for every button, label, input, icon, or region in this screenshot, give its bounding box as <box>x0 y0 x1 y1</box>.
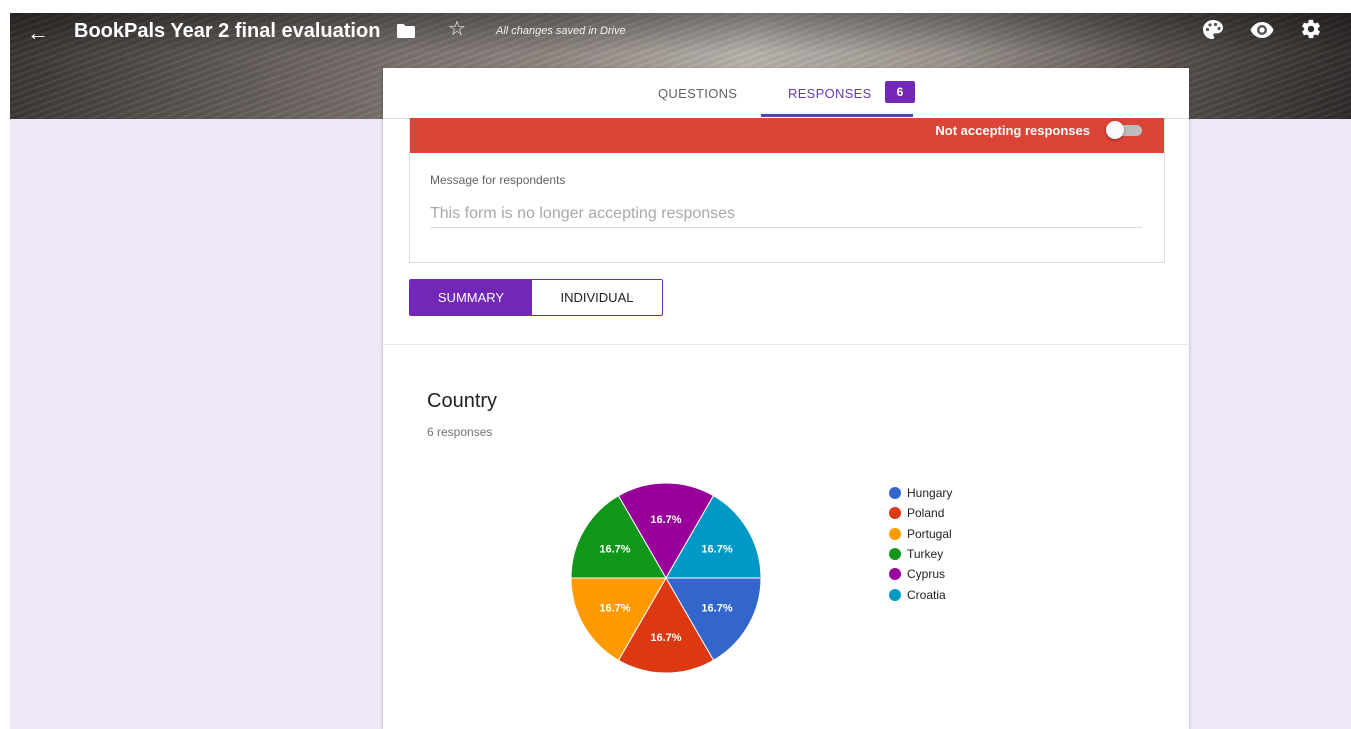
star-icon[interactable]: ☆ <box>448 16 466 42</box>
legend-label: Poland <box>907 506 945 521</box>
responses-count-badge: 6 <box>885 81 915 103</box>
legend-item-portugal: Portugal <box>889 524 952 544</box>
legend-swatch <box>889 568 901 581</box>
legend-item-hungary: Hungary <box>889 483 952 503</box>
question-title: Country <box>427 390 498 412</box>
individual-button[interactable]: INDIVIDUAL <box>532 280 662 315</box>
chart-legend: Hungary Poland Portugal Turkey Cyprus Croatia <box>889 483 952 605</box>
response-count: 6 responses <box>427 425 493 439</box>
pie-label-cyprus: 16.7% <box>650 514 681 526</box>
tab-responses[interactable]: RESPONSES <box>788 86 872 101</box>
folder-icon[interactable] <box>397 24 415 38</box>
back-arrow-icon[interactable]: ← <box>24 19 52 47</box>
legend-item-turkey: Turkey <box>889 544 952 564</box>
section-divider <box>383 344 1189 345</box>
pie-label-croatia: 16.7% <box>701 544 732 556</box>
legend-item-poland: Poland <box>889 503 952 523</box>
legend-swatch <box>889 487 901 500</box>
legend-label: Hungary <box>907 486 953 501</box>
legend-label: Cyprus <box>907 567 946 582</box>
pie-label-turkey: 16.7% <box>599 544 630 556</box>
tab-bar: QUESTIONS RESPONSES 6 <box>383 68 1189 119</box>
responses-card: QUESTIONS RESPONSES 6 Not accepting resp… <box>383 68 1189 729</box>
accepting-responses-label: Not accepting responses <box>935 123 1090 138</box>
toggle-knob <box>1106 121 1124 139</box>
form-title[interactable]: BookPals Year 2 final evaluation <box>74 16 380 46</box>
active-tab-indicator <box>761 114 913 117</box>
legend-label: Croatia <box>907 587 946 602</box>
legend-item-cyprus: Cyprus <box>889 564 952 584</box>
legend-swatch <box>889 527 901 540</box>
eye-icon[interactable] <box>1250 21 1274 39</box>
not-accepting-banner: Not accepting responses <box>410 118 1164 153</box>
legend-label: Portugal <box>907 526 952 541</box>
pie-chart: 16.7% 16.7% 16.7% 16.7% 16.7% 16.7% <box>570 482 762 674</box>
legend-label: Turkey <box>907 547 944 562</box>
view-toggle: SUMMARY INDIVIDUAL <box>409 279 663 316</box>
save-status: All changes saved in Drive <box>496 25 626 37</box>
responses-settings-panel: Not accepting responses Message for resp… <box>409 118 1165 263</box>
summary-button[interactable]: SUMMARY <box>410 280 532 315</box>
message-for-respondents-input[interactable] <box>430 201 1142 228</box>
pie-label-portugal: 16.7% <box>599 602 630 614</box>
legend-swatch <box>889 588 901 601</box>
gear-icon[interactable] <box>1300 18 1322 40</box>
legend-item-croatia: Croatia <box>889 584 952 604</box>
pie-label-poland: 16.7% <box>650 632 681 644</box>
legend-swatch <box>889 548 901 561</box>
message-label: Message for respondents <box>430 173 566 187</box>
tab-questions[interactable]: QUESTIONS <box>658 86 737 101</box>
accepting-responses-toggle[interactable] <box>1106 121 1144 139</box>
pie-label-hungary: 16.7% <box>701 602 732 614</box>
top-bar: ← BookPals Year 2 final evaluation ☆ All… <box>10 13 1351 53</box>
legend-swatch <box>889 507 901 520</box>
palette-icon[interactable] <box>1202 19 1224 41</box>
